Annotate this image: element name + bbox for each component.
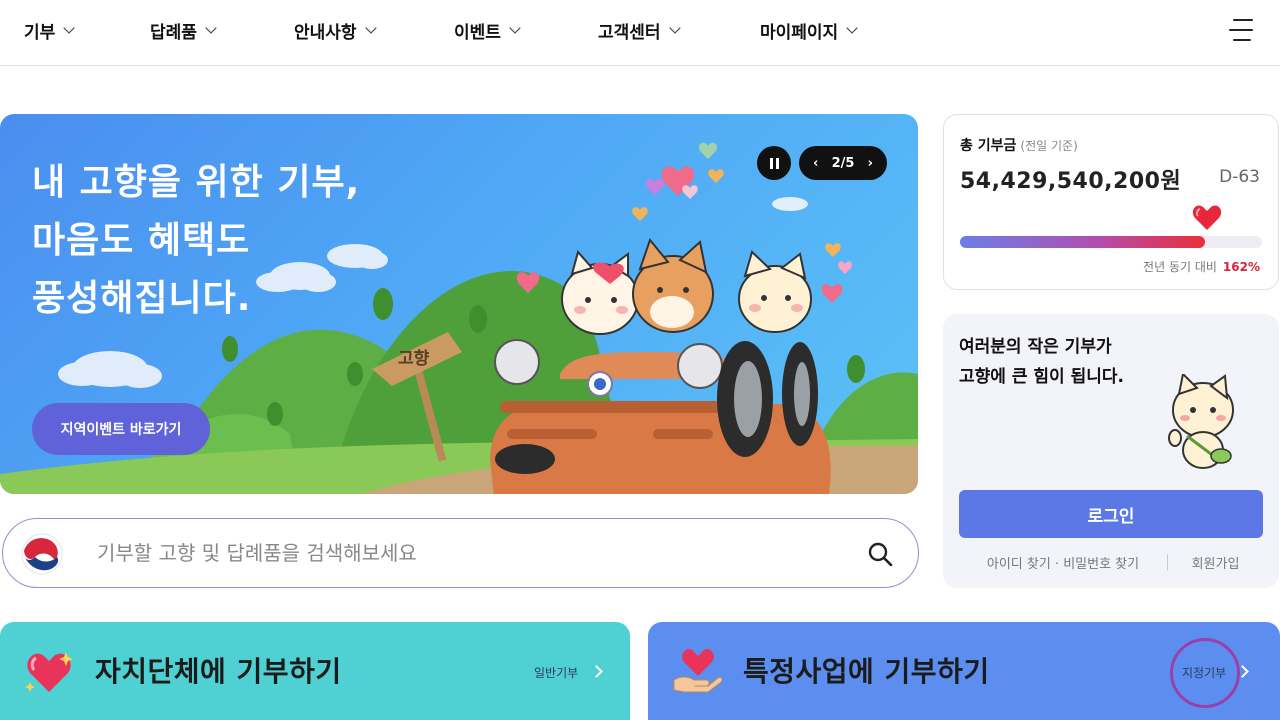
donation-progress-bar xyxy=(960,205,1262,248)
nav-item-label: 안내사항 xyxy=(294,22,357,43)
d-day-counter: D-63 xyxy=(1219,167,1260,187)
banner-sub-label: 일반기부 xyxy=(534,666,579,680)
nav-item-events[interactable]: 이벤트 xyxy=(454,18,521,43)
total-donation-title: 총 기부금 xyxy=(960,138,1017,154)
nav-item-label: 답례품 xyxy=(150,22,197,43)
login-button[interactable]: 로그인 xyxy=(959,490,1263,538)
signup-link[interactable]: 회원가입 xyxy=(1168,553,1263,572)
total-donation-label: 총 기부금 (전일 기준) xyxy=(960,135,1078,155)
total-donation-note: (전일 기준) xyxy=(1020,139,1078,153)
search-bar xyxy=(2,518,919,588)
search-icon[interactable] xyxy=(867,541,893,567)
find-id-password-link[interactable]: 아이디 찾기 · 비밀번호 찾기 xyxy=(959,553,1167,572)
total-donation-amount: 54,429,540,200원 xyxy=(960,169,1182,194)
year-compare-value: 162% xyxy=(1222,260,1260,274)
nav-item-gifts[interactable]: 답례품 xyxy=(150,18,217,43)
hero-title: 내 고향을 위한 기부, 마음도 혜택도 풍성해집니다. xyxy=(32,162,361,319)
year-compare-label: 전년 동기 대비 xyxy=(1143,260,1217,274)
nav-item-support[interactable]: 고객센터 xyxy=(598,18,681,43)
banner-title: 자치단체에 기부하기 xyxy=(95,655,342,688)
nav-item-notices[interactable]: 안내사항 xyxy=(294,18,377,43)
chevron-down-icon xyxy=(205,22,217,34)
government-logo-icon xyxy=(21,533,63,575)
pause-icon[interactable] xyxy=(757,146,791,180)
slide-pager: ‹ 2/5 › xyxy=(799,146,887,180)
donation-stats-card: 총 기부금 (전일 기준) 54,429,540,200원 D-63 전년 동기 … xyxy=(943,114,1279,290)
chevron-left-icon[interactable]: ‹ xyxy=(813,156,818,171)
login-card: 여러분의 작은 기부가 고향에 큰 힘이 됩니다. 로그인 아이디 찾기 · 비… xyxy=(943,314,1279,588)
nav-item-label: 기부 xyxy=(24,22,56,43)
local-gov-donation-banner[interactable]: 자치단체에 기부하기 일반기부 xyxy=(0,622,630,720)
nav-item-label: 이벤트 xyxy=(454,22,501,43)
donation-progress-fill xyxy=(960,236,1205,248)
nav-item-label: 고객센터 xyxy=(598,22,661,43)
pager-count: 2/5 xyxy=(832,156,855,171)
chevron-right-icon xyxy=(590,665,603,678)
heart-in-hand-icon xyxy=(673,649,722,693)
chevron-down-icon xyxy=(364,22,377,34)
nav-item-donation[interactable]: 기부 xyxy=(24,18,75,43)
heart-icon xyxy=(1192,205,1222,230)
login-message: 여러분의 작은 기부가 고향에 큰 힘이 됩니다. xyxy=(959,337,1124,387)
year-compare: 전년 동기 대비 162% xyxy=(1143,258,1260,275)
banner-title: 특정사업에 기부하기 xyxy=(743,655,990,688)
chevron-down-icon xyxy=(63,22,75,34)
nav-item-label: 마이페이지 xyxy=(760,22,839,43)
highlight-circle xyxy=(1170,638,1240,708)
heart-icon xyxy=(25,652,73,692)
hamburger-menu-icon[interactable] xyxy=(1229,16,1255,44)
svg-text:고향: 고향 xyxy=(398,348,430,369)
cat-mascot-icon xyxy=(1168,374,1234,469)
chevron-down-icon xyxy=(668,22,681,34)
hero-banner[interactable]: 고향 내 고향을 위한 기부, 마음도 혜택도 풍성해집니다. 지역이벤트 바로… xyxy=(0,114,918,494)
chevron-right-icon[interactable]: › xyxy=(868,156,873,171)
nav-item-mypage[interactable]: 마이페이지 xyxy=(760,18,858,43)
chevron-down-icon xyxy=(846,22,858,34)
top-nav: 기부 답례품 안내사항 이벤트 고객센터 마이페이지 xyxy=(0,0,1280,66)
login-links: 아이디 찾기 · 비밀번호 찾기 회원가입 xyxy=(959,550,1263,574)
pager-total: /5 xyxy=(840,155,855,171)
pager-current: 2 xyxy=(831,155,841,171)
search-input[interactable] xyxy=(97,537,837,569)
regional-event-button[interactable]: 지역이벤트 바로가기 xyxy=(32,403,210,455)
chevron-down-icon xyxy=(509,22,521,34)
